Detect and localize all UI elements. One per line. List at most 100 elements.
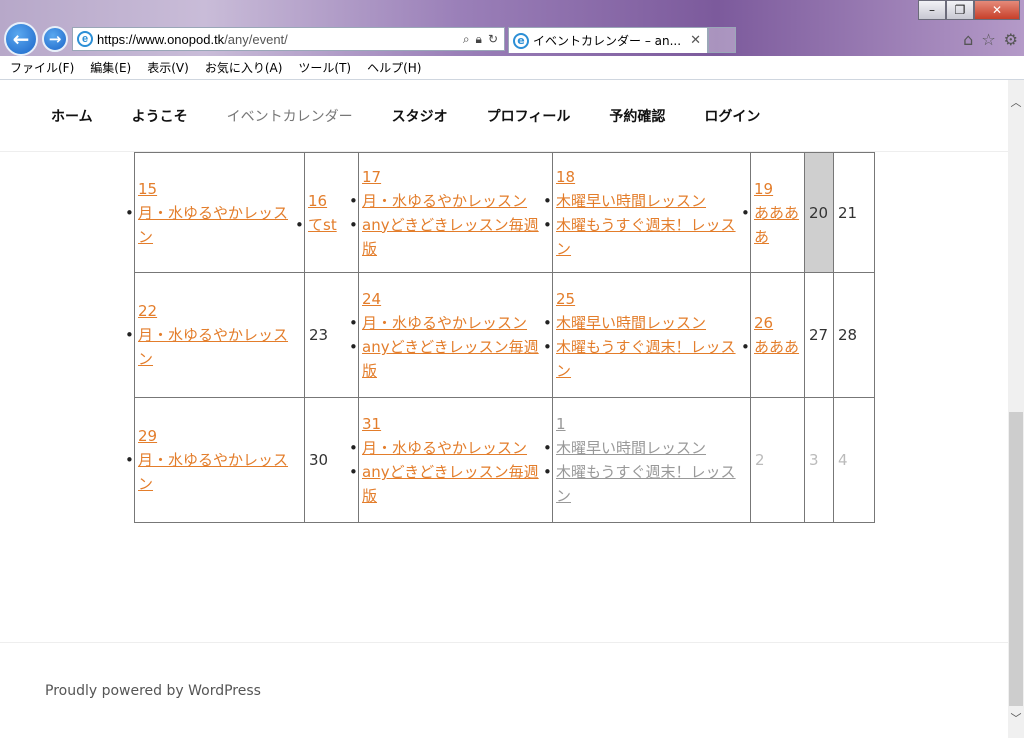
close-window-button[interactable]: ✕: [974, 0, 1020, 20]
calendar-day-cell: 4: [833, 397, 875, 523]
day-link[interactable]: 25: [556, 287, 748, 311]
event-link[interactable]: 月・水ゆるやかレッスン: [349, 189, 550, 213]
ie-icon: e: [513, 32, 529, 49]
menu-item[interactable]: お気に入り(A): [205, 59, 283, 76]
calendar-week-row: 22月・水ゆるやかレッスン2324月・水ゆるやかレッスンanyどきどきレッスン毎…: [125, 272, 875, 398]
nav-item[interactable]: ログイン: [704, 106, 760, 126]
new-tab-button[interactable]: [708, 27, 736, 53]
nav-item[interactable]: プロフィール: [487, 106, 571, 126]
calendar-day-cell: 2: [750, 397, 805, 523]
calendar-day-cell: 25木曜早い時間レッスン木曜もうすぐ週末！レッスン: [543, 272, 751, 398]
scroll-up-icon[interactable]: ︿: [1010, 94, 1022, 110]
day-link[interactable]: 17: [362, 165, 550, 189]
ie-icon: e: [77, 31, 93, 47]
event-link[interactable]: 月・水ゆるやかレッスン: [125, 201, 302, 249]
day-link[interactable]: 22: [138, 299, 302, 323]
event-link[interactable]: あああ: [741, 335, 802, 359]
calendar-day-cell: 27: [804, 272, 834, 398]
nav-item[interactable]: イベントカレンダー: [227, 106, 353, 126]
tab-event-calendar[interactable]: e イベントカレンダー – an... ✕: [508, 27, 708, 53]
event-link[interactable]: 木曜早い時間レッスン: [543, 189, 748, 213]
restore-button[interactable]: ❐: [946, 0, 974, 20]
event-link[interactable]: 木曜もうすぐ週末！レッスン: [543, 213, 748, 261]
event-link[interactable]: 月・水ゆるやかレッスン: [125, 323, 302, 371]
event-link[interactable]: 月・水ゆるやかレッスン: [349, 436, 550, 460]
event-link[interactable]: anyどきどきレッスン毎週版: [349, 213, 550, 261]
day-link[interactable]: 19: [754, 177, 802, 201]
refresh-icon[interactable]: ↻: [488, 32, 498, 47]
calendar-week-row: 29月・水ゆるやかレッスン3031月・水ゆるやかレッスンanyどきどきレッスン毎…: [125, 397, 875, 523]
minimize-button[interactable]: –: [918, 0, 946, 20]
day-link[interactable]: 31: [362, 412, 550, 436]
browser-chrome: – ❐ ✕ ← → e https://www.onopod.tk/any/ev…: [0, 0, 1024, 80]
day-number: 27: [809, 326, 829, 344]
event-link[interactable]: 木曜早い時間レッスン: [543, 436, 748, 460]
day-number: 3: [809, 451, 819, 469]
url-host: https://www.onopod.tk: [97, 31, 225, 47]
menu-item[interactable]: 表示(V): [147, 59, 189, 76]
event-link[interactable]: 月・水ゆるやかレッスン: [349, 311, 550, 335]
favorites-star-icon[interactable]: ☆: [981, 30, 995, 49]
nav-item[interactable]: スタジオ: [392, 106, 448, 126]
day-number: 23: [309, 326, 329, 344]
site-footer: Proudly powered by WordPress: [0, 642, 1008, 738]
event-link[interactable]: 月・水ゆるやかレッスン: [125, 448, 302, 496]
calendar-day-cell: 31月・水ゆるやかレッスンanyどきどきレッスン毎週版: [349, 397, 553, 523]
event-link[interactable]: 木曜もうすぐ週末！レッスン: [543, 460, 748, 508]
calendar-day-cell: 17月・水ゆるやかレッスンanyどきどきレッスン毎週版: [349, 152, 553, 273]
event-link[interactable]: anyどきどきレッスン毎週版: [349, 335, 550, 383]
menu-item[interactable]: ファイル(F): [10, 59, 74, 76]
calendar-day-cell: 19ああああ: [741, 152, 805, 273]
calendar-day-cell: 20: [804, 152, 834, 273]
menu-item[interactable]: ヘルプ(H): [367, 59, 421, 76]
calendar-day-cell: 3: [804, 397, 834, 523]
calendar-day-cell: 15月・水ゆるやかレッスン: [125, 152, 305, 273]
close-tab-icon[interactable]: ✕: [690, 33, 701, 48]
url-path: /any/event/: [224, 31, 288, 47]
menu-item[interactable]: 編集(E): [90, 59, 131, 76]
calendar-day-cell: 18木曜早い時間レッスン木曜もうすぐ週末！レッスン: [543, 152, 751, 273]
day-link[interactable]: 26: [754, 311, 802, 335]
page-content: ホームようこそイベントカレンダースタジオプロフィール予約確認ログイン 15月・水…: [0, 80, 1008, 738]
tab-title: イベントカレンダー – an...: [533, 34, 682, 48]
forward-button[interactable]: →: [42, 26, 68, 52]
day-number: 28: [838, 326, 858, 344]
day-link[interactable]: 24: [362, 287, 550, 311]
day-number: 21: [838, 203, 858, 222]
calendar-day-cell: 21: [833, 152, 875, 273]
event-link[interactable]: 木曜早い時間レッスン: [543, 311, 748, 335]
day-number: 4: [838, 451, 848, 469]
vertical-scrollbar[interactable]: ︿ ﹀: [1008, 80, 1024, 738]
footer-credit[interactable]: Proudly powered by WordPress: [45, 683, 261, 699]
scroll-thumb[interactable]: [1009, 412, 1023, 706]
window-controls: – ❐ ✕: [918, 0, 1020, 20]
nav-item[interactable]: 予約確認: [609, 106, 665, 126]
menu-item[interactable]: ツール(T): [298, 59, 351, 76]
home-icon[interactable]: ⌂: [963, 30, 973, 49]
calendar-day-cell: 28: [833, 272, 875, 398]
day-link[interactable]: 15: [138, 177, 302, 201]
event-link[interactable]: ああああ: [741, 201, 802, 249]
calendar-day-cell: 29月・水ゆるやかレッスン: [125, 397, 305, 523]
day-link[interactable]: 1: [556, 412, 748, 436]
day-link[interactable]: 18: [556, 165, 748, 189]
scroll-down-icon[interactable]: ﹀: [1010, 710, 1022, 726]
event-link[interactable]: 木曜もうすぐ週末！レッスン: [543, 335, 748, 383]
search-icon[interactable]: ⌕: [463, 32, 470, 47]
site-navigation: ホーム ようこそ イベントカレンダー スタジオ プロフィール 予約確認 ログイン: [0, 80, 1008, 152]
calendar-day-cell: 22月・水ゆるやかレッスン: [125, 272, 305, 398]
event-calendar: 15月・水ゆるやかレッスン16てst17月・水ゆるやかレッスンanyどきどきレッ…: [125, 152, 875, 523]
lock-icon[interactable]: 🔒︎: [476, 32, 482, 47]
calendar-day-cell: 1木曜早い時間レッスン木曜もうすぐ週末！レッスン: [543, 397, 751, 523]
nav-item[interactable]: ようこそ: [132, 106, 188, 126]
day-number: 2: [755, 451, 765, 469]
back-button[interactable]: ←: [4, 22, 38, 56]
calendar-day-cell: 24月・水ゆるやかレッスンanyどきどきレッスン毎週版: [349, 272, 553, 398]
event-link[interactable]: anyどきどきレッスン毎週版: [349, 460, 550, 508]
calendar-week-row: 15月・水ゆるやかレッスン16てst17月・水ゆるやかレッスンanyどきどきレッ…: [125, 152, 875, 273]
settings-gear-icon[interactable]: ⚙: [1004, 30, 1018, 49]
day-number: 30: [309, 451, 329, 469]
nav-item[interactable]: ホーム: [51, 106, 93, 126]
day-link[interactable]: 29: [138, 424, 302, 448]
address-bar[interactable]: e https://www.onopod.tk/any/event/ ⌕ 🔒︎ …: [72, 27, 505, 51]
